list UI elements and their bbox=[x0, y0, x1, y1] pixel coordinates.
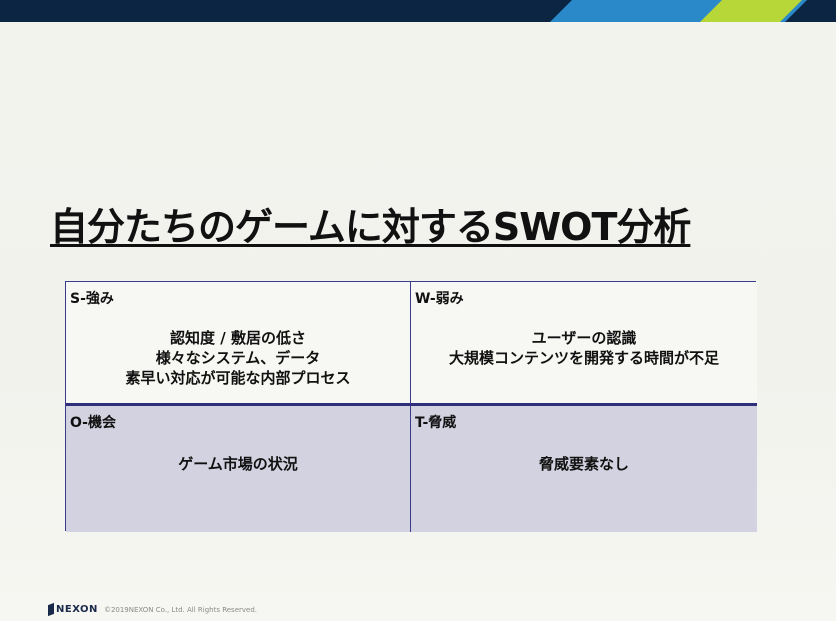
strengths-label: S-強み bbox=[70, 291, 114, 307]
top-banner bbox=[0, 0, 836, 22]
logo-mark-icon bbox=[48, 602, 54, 617]
strengths-line: 認知度 / 敷居の低さ bbox=[170, 329, 306, 347]
company-logo: NEXON bbox=[48, 602, 98, 617]
strengths-body: 認知度 / 敷居の低さ 様々なシステム、データ 素早い対応が可能な内部プロセス bbox=[66, 328, 410, 388]
footer: NEXON ©2019NEXON Co., Ltd. All Rights Re… bbox=[48, 602, 258, 617]
threats-line: 脅威要素なし bbox=[538, 455, 629, 473]
threats-label: T-脅威 bbox=[415, 415, 457, 431]
swot-cell-opportunities: O-機会 ゲーム市場の状況 bbox=[66, 406, 411, 532]
threats-body: 脅威要素なし bbox=[411, 454, 757, 474]
strengths-line: 様々なシステム、データ bbox=[155, 349, 321, 367]
weaknesses-label: W-弱み bbox=[415, 291, 464, 307]
weaknesses-line: 大規模コンテンツを開発する時間が不足 bbox=[448, 349, 719, 367]
swot-cell-threats: T-脅威 脅威要素なし bbox=[411, 406, 757, 532]
slide-title: 自分たちのゲームに対するSWOT分析 bbox=[50, 205, 691, 249]
logo-text: NEXON bbox=[56, 604, 98, 615]
copyright-text: ©2019NEXON Co., Ltd. All Rights Reserved… bbox=[103, 605, 258, 614]
swot-cell-weaknesses: W-弱み ユーザーの認識 大規模コンテンツを開発する時間が不足 bbox=[411, 282, 757, 406]
weaknesses-line: ユーザーの認識 bbox=[531, 329, 637, 347]
opportunities-label: O-機会 bbox=[70, 415, 116, 431]
swot-cell-strengths: S-強み 認知度 / 敷居の低さ 様々なシステム、データ 素早い対応が可能な内部… bbox=[66, 282, 411, 406]
swot-table: S-強み 認知度 / 敷居の低さ 様々なシステム、データ 素早い対応が可能な内部… bbox=[65, 281, 757, 532]
strengths-line: 素早い対応が可能な内部プロセス bbox=[125, 369, 351, 387]
weaknesses-body: ユーザーの認識 大規模コンテンツを開発する時間が不足 bbox=[411, 328, 757, 368]
opportunities-body: ゲーム市場の状況 bbox=[66, 454, 410, 474]
opportunities-line: ゲーム市場の状況 bbox=[178, 455, 298, 473]
